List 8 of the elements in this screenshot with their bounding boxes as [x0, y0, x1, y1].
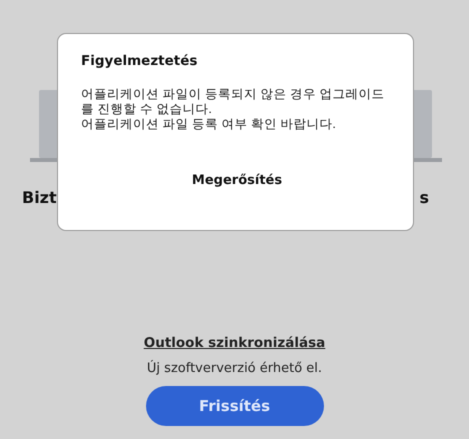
- confirm-button[interactable]: Megerősítés: [184, 169, 290, 192]
- dialog-message: 어플리케이션 파일이 등록되지 않은 경우 업그레이드 를 진행할 수 없습니다. 어플리케이션 파일 등록 여부 확인 바랍니다.: [81, 87, 386, 132]
- outlook-sync-link[interactable]: Outlook szinkronizálása: [144, 334, 326, 352]
- update-button[interactable]: Frissítés: [146, 386, 324, 426]
- device-label: Bizt: [22, 188, 57, 208]
- device-label: s: [419, 188, 429, 208]
- dialog-title: Figyelmeztetés: [81, 52, 198, 70]
- update-notice: Új szoftververzió érhető el.: [146, 360, 322, 377]
